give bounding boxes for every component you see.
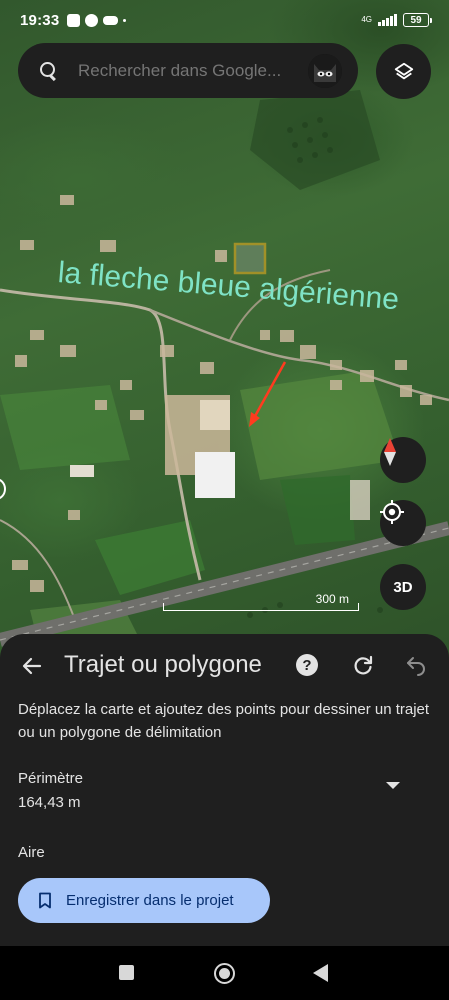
- back-button[interactable]: [20, 654, 44, 678]
- home-dot: [219, 968, 230, 979]
- drawn-polygon: [233, 242, 267, 275]
- messenger-icon: [85, 13, 99, 27]
- sheet-title: Trajet ou polygone: [64, 651, 262, 678]
- signal-icon: [378, 14, 397, 26]
- undo-icon: [407, 657, 425, 676]
- save-to-project-button[interactable]: Enregistrer dans le projet: [18, 878, 270, 923]
- compass-icon: [384, 438, 396, 466]
- map-features: [0, 90, 449, 650]
- dot-icon: [123, 18, 127, 22]
- area-label: Aire: [18, 844, 45, 861]
- help-label: ?: [302, 656, 312, 674]
- status-time: 19:33: [20, 11, 60, 29]
- chevron-down-icon[interactable]: [386, 782, 400, 789]
- home-icon[interactable]: [214, 963, 235, 984]
- sheet-header: Trajet ou polygone ?: [0, 646, 449, 686]
- redo-button[interactable]: [351, 653, 375, 677]
- search-icon: [40, 61, 58, 80]
- redo-icon: [354, 655, 373, 675]
- network-type: 4G: [361, 15, 372, 24]
- measure-sheet: Trajet ou polygone ? Déplacez la carte e…: [0, 634, 449, 946]
- compass-button[interactable]: [380, 437, 426, 483]
- avatar[interactable]: [308, 53, 342, 88]
- status-right: 4G 59: [361, 13, 432, 27]
- layers-button[interactable]: [376, 44, 431, 99]
- battery-level: 59: [410, 14, 422, 26]
- save-button-label: Enregistrer dans le projet: [66, 892, 234, 909]
- sheet-description: Déplacez la carte et ajoutez des points …: [18, 701, 430, 741]
- bookmark-icon: [39, 892, 51, 909]
- search-bar[interactable]: [18, 43, 358, 98]
- battery-icon: 59: [403, 13, 432, 27]
- help-icon[interactable]: ?: [296, 654, 318, 676]
- satellite-map[interactable]: la fleche bleue algérienne 3D 300 m: [0, 0, 449, 660]
- navigation-bar: [0, 946, 449, 1000]
- arrow-back-icon: [22, 657, 42, 675]
- message-icon: [67, 13, 81, 27]
- perimeter-label: Périmètre: [18, 770, 84, 787]
- 3d-toggle-button[interactable]: 3D: [380, 564, 426, 610]
- notification-icons: [67, 13, 127, 27]
- undo-button[interactable]: [404, 653, 428, 677]
- my-location-button[interactable]: [380, 500, 426, 546]
- perimeter-value: 164,43 m: [18, 794, 81, 811]
- 3d-label: 3D: [393, 578, 413, 596]
- recents-icon[interactable]: [119, 965, 134, 980]
- my-location-icon: [380, 500, 404, 524]
- layers-icon: [394, 62, 413, 79]
- search-input[interactable]: [78, 60, 308, 81]
- game-controller-icon: [103, 15, 119, 25]
- cat-avatar-icon: [308, 53, 342, 88]
- scale-bar: 300 m: [163, 592, 359, 611]
- status-bar: 19:33 4G 59: [0, 0, 449, 40]
- scale-line: [163, 603, 359, 611]
- back-icon[interactable]: [313, 964, 328, 982]
